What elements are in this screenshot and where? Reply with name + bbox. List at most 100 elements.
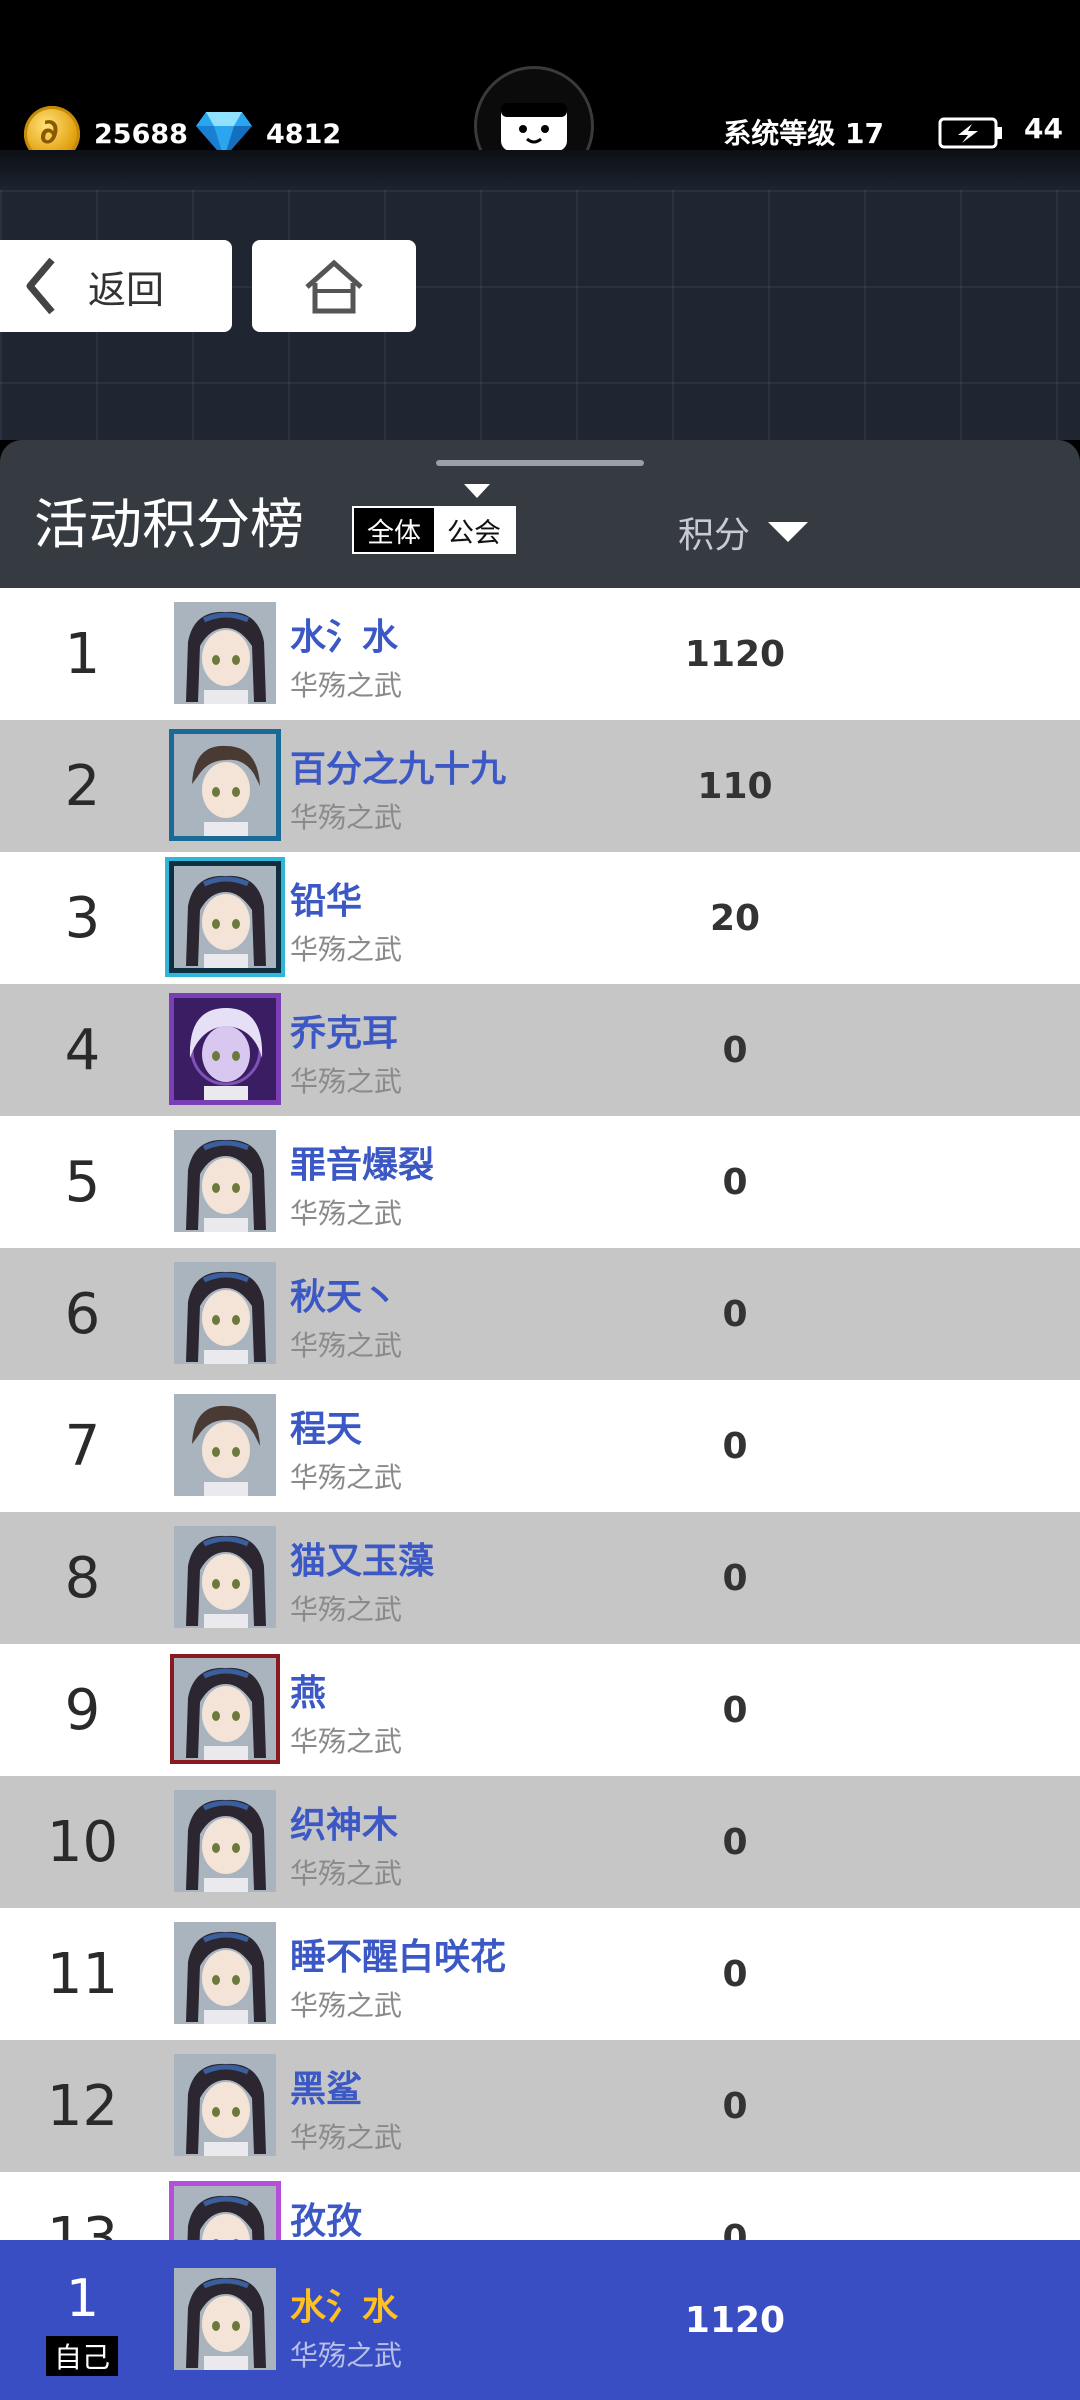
system-level: 系统等级 17	[723, 117, 884, 150]
self-score: 1120	[684, 2299, 786, 2341]
player-guild: 华殇之武	[290, 1857, 403, 1890]
table-row[interactable]: 10 织神木华殇之武 0	[0, 1776, 1080, 1908]
player-guild: 华殇之武	[290, 933, 403, 966]
tab-indicator	[464, 484, 490, 498]
player-avatar[interactable]	[174, 1922, 276, 2024]
chevron-left-icon	[26, 257, 55, 315]
player-score: 0	[722, 1953, 748, 1995]
player-name: 黑鲨	[290, 2069, 363, 2110]
row-rank: 11	[46, 1941, 119, 2007]
table-row[interactable]: 7 程天华殇之武 0	[0, 1380, 1080, 1512]
player-avatar[interactable]	[174, 1262, 276, 1364]
self-guild: 华殇之武	[290, 2339, 403, 2372]
player-name: 猫又玉藻	[290, 1541, 435, 1582]
player-avatar[interactable]	[169, 729, 281, 841]
player-score: 0	[722, 1161, 748, 1203]
player-score: 0	[722, 2217, 748, 2241]
player-name: 睡不醒白咲花	[290, 1937, 507, 1978]
row-rank: 6	[64, 1281, 101, 1347]
player-score: 0	[722, 2085, 748, 2127]
row-rank: 10	[46, 1809, 119, 1875]
player-avatar[interactable]	[170, 1654, 280, 1764]
player-name: 孜孜	[290, 2201, 363, 2240]
player-avatar[interactable]	[174, 2054, 276, 2156]
player-score: 1120	[684, 633, 786, 675]
energy-amount: 44	[1024, 112, 1063, 145]
row-rank: 3	[64, 885, 101, 951]
player-name: 罪音爆裂	[290, 1145, 435, 1186]
self-rank-bar[interactable]: 1 自己 水氵水 华殇之武 1120	[0, 2240, 1080, 2400]
row-rank: 9	[64, 1677, 101, 1743]
player-avatar[interactable]	[174, 1526, 276, 1628]
table-row[interactable]: 4 乔克耳 华殇之武 0	[0, 984, 1080, 1116]
home-button[interactable]	[252, 240, 416, 332]
sort-dropdown[interactable]: 积分	[678, 506, 809, 558]
table-row[interactable]: 3 铅华华殇之武 20	[0, 852, 1080, 984]
row-rank: 1	[64, 621, 101, 687]
player-score: 0	[722, 1029, 748, 1071]
player-avatar[interactable]	[169, 2181, 281, 2240]
player-score: 0	[722, 1557, 748, 1599]
player-name: 织神木	[290, 1805, 399, 1846]
tab-all[interactable]: 全体	[354, 508, 434, 552]
player-guild: 华殇之武	[290, 1065, 403, 1098]
player-name: 燕	[290, 1673, 327, 1714]
player-avatar[interactable]	[169, 861, 281, 973]
self-name: 水氵水	[290, 2287, 399, 2328]
row-rank: 5	[64, 1149, 101, 1215]
sort-label: 积分	[678, 515, 751, 556]
player-guild: 华殇之武	[290, 1461, 403, 1494]
back-label: 返回	[88, 267, 165, 312]
home-icon	[305, 259, 363, 314]
player-guild: 华殇之武	[290, 1593, 403, 1626]
player-guild: 华殇之武	[290, 1989, 403, 2022]
mascot-icon	[501, 103, 567, 151]
table-row[interactable]: 6 秋天丶 华殇之武 0	[0, 1248, 1080, 1380]
player-avatar[interactable]	[174, 1394, 276, 1496]
battery-icon	[938, 117, 1002, 149]
ranking-list[interactable]: 1 水氵水 华殇之武 1120 2 百分之九十九 华殇之武 110 3 铅华 华殇之武 20 4 乔克耳华…	[0, 588, 1080, 2240]
row-rank: 7	[64, 1413, 101, 1479]
self-avatar	[174, 2268, 276, 2370]
player-avatar[interactable]	[174, 1790, 276, 1892]
player-guild: 华殇之武	[290, 801, 403, 834]
player-guild: 华殇之武	[290, 669, 403, 702]
player-guild: 华殇之武	[290, 2121, 403, 2154]
table-row[interactable]: 11 睡不醒白咲花华殇之武 0	[0, 1908, 1080, 2040]
tab-guild[interactable]: 公会	[434, 508, 514, 552]
player-guild: 华殇之武	[290, 1197, 403, 1230]
panel-drag-handle[interactable]	[436, 460, 644, 466]
status-bar: 25688 4812 系统等级 17 44	[0, 0, 1080, 190]
row-rank: 4	[64, 1017, 101, 1083]
coin-amount: 25688	[94, 118, 188, 150]
row-rank: 13	[46, 2205, 119, 2241]
table-row[interactable]: 13孜孜华殇之武0	[0, 2172, 1080, 2240]
player-score: 0	[722, 1689, 748, 1731]
table-row[interactable]: 5 罪音爆裂华殇之武 0	[0, 1116, 1080, 1248]
table-row[interactable]: 9 燕华殇之武 0	[0, 1644, 1080, 1776]
table-row[interactable]: 12 黑鲨华殇之武 0	[0, 2040, 1080, 2172]
player-score: 0	[722, 1821, 748, 1863]
player-name: 程天	[290, 1409, 363, 1450]
player-avatar[interactable]	[174, 602, 276, 704]
player-name: 铅华	[290, 881, 363, 922]
row-rank: 8	[64, 1545, 101, 1611]
player-score: 20	[709, 897, 761, 939]
player-score: 0	[722, 1425, 748, 1467]
leaderboard-header: 活动积分榜 全体 公会 积分	[0, 440, 1080, 588]
player-name: 秋天丶	[290, 1277, 399, 1318]
table-row[interactable]: 2 百分之九十九华殇之武 110	[0, 720, 1080, 852]
self-label: 自己	[46, 2336, 118, 2376]
back-button[interactable]: 返回	[0, 240, 232, 332]
table-row[interactable]: 8 猫又玉藻华殇之武 0	[0, 1512, 1080, 1644]
player-name: 水氵水	[290, 617, 399, 658]
player-score: 110	[697, 765, 773, 807]
page-title: 活动积分榜	[34, 493, 304, 556]
player-avatar[interactable]	[174, 1130, 276, 1232]
status-bar-edge	[0, 150, 1080, 190]
row-rank: 2	[64, 753, 101, 819]
row-rank: 12	[46, 2073, 119, 2139]
player-name: 百分之九十九	[290, 749, 507, 790]
player-avatar[interactable]	[169, 993, 281, 1105]
table-row[interactable]: 1 水氵水华殇之武 1120	[0, 588, 1080, 720]
